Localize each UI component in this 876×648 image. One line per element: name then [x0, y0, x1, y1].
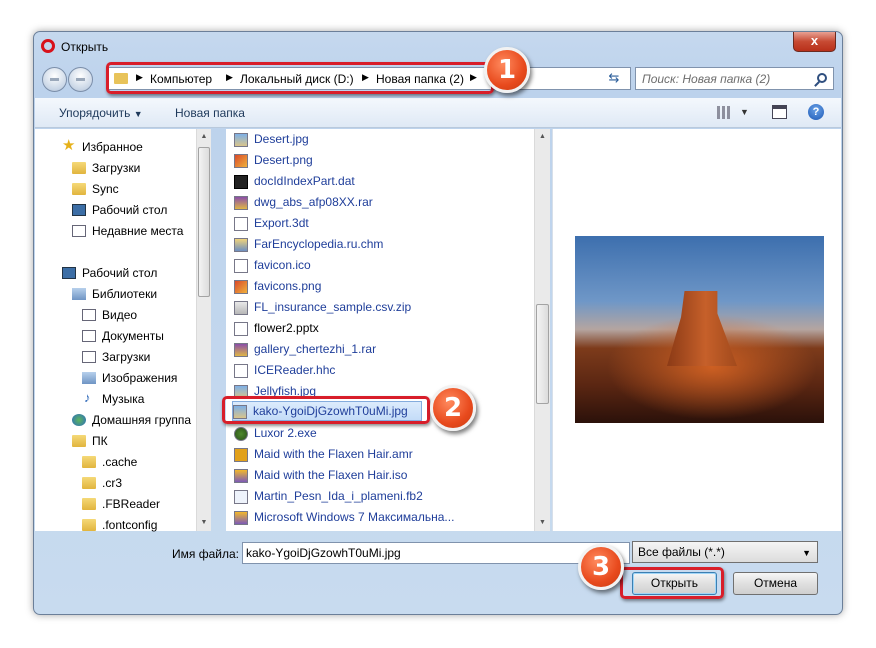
- organize-label: Упорядочить: [59, 106, 131, 120]
- nav-recent-places[interactable]: Недавние места: [92, 224, 183, 238]
- png-icon: [234, 154, 248, 168]
- nav-documents[interactable]: Документы: [102, 329, 164, 343]
- folder-icon: [72, 183, 86, 195]
- chevron-down-icon: ▼: [802, 548, 811, 558]
- window-title: Открыть: [61, 40, 109, 54]
- views-dropdown-icon[interactable]: ▼: [740, 107, 749, 117]
- nav-music[interactable]: Музыка: [102, 392, 144, 406]
- zip-icon: [234, 301, 248, 315]
- pictures-library-icon: [82, 372, 96, 384]
- file-type-select[interactable]: Все файлы (*.*) ▼: [632, 541, 818, 563]
- video-library-icon: [82, 309, 96, 321]
- nav-downloads-lib[interactable]: Загрузки: [102, 350, 150, 364]
- library-icon: [72, 288, 86, 300]
- png-icon: [234, 280, 248, 294]
- scroll-down-icon[interactable]: ▼: [197, 515, 211, 531]
- iso-icon: [234, 469, 248, 483]
- close-button[interactable]: x: [793, 32, 836, 52]
- rar-icon: [234, 196, 248, 210]
- nav-pictures[interactable]: Изображения: [102, 371, 177, 385]
- navigation-pane[interactable]: ★ Избранное Загрузки Sync Рабочий стол Н…: [35, 129, 211, 532]
- scroll-down-icon[interactable]: ▼: [535, 515, 550, 531]
- file-icon: [234, 322, 248, 336]
- preview-butte-shape: [667, 291, 737, 366]
- callout-highlight-address: [106, 62, 494, 94]
- nav-desktop[interactable]: Рабочий стол: [82, 266, 157, 280]
- cancel-button[interactable]: Отмена: [733, 572, 818, 595]
- opera-icon: [41, 39, 55, 53]
- fb2-icon: [234, 490, 248, 504]
- callout-badge-2: 2: [430, 385, 476, 431]
- recent-places-icon: [72, 225, 86, 237]
- iso-icon: [234, 511, 248, 525]
- documents-library-icon: [82, 330, 96, 342]
- toolbar: Упорядочить ▼ Новая папка ▼ ?: [35, 98, 841, 128]
- file-list-scrollbar[interactable]: ▲ ▼: [534, 129, 550, 531]
- filename-input[interactable]: kako-YgoiDjGzowhT0uMi.jpg: [242, 542, 630, 564]
- star-icon: ★: [62, 137, 76, 154]
- image-preview: [575, 236, 824, 423]
- filename-label: Имя файла:: [172, 547, 239, 561]
- nav-favorites[interactable]: Избранное: [82, 140, 143, 154]
- new-folder-button[interactable]: Новая папка: [175, 106, 245, 120]
- jpg-icon: [234, 133, 248, 147]
- back-button[interactable]: [42, 67, 67, 92]
- search-input[interactable]: Поиск: Новая папка (2): [635, 67, 834, 90]
- chm-icon: [234, 238, 248, 252]
- rar-icon: [234, 343, 248, 357]
- scroll-thumb[interactable]: [536, 304, 549, 404]
- nav-pc[interactable]: ПК: [92, 434, 108, 448]
- exe-icon: [234, 427, 248, 441]
- scroll-up-icon[interactable]: ▲: [535, 129, 550, 145]
- title-bar[interactable]: Открыть x: [34, 32, 842, 60]
- file-icon: [234, 217, 248, 231]
- folder-icon: [82, 477, 96, 489]
- amr-icon: [234, 448, 248, 462]
- folder-icon: [82, 456, 96, 468]
- search-placeholder: Поиск: Новая папка (2): [642, 72, 771, 86]
- file-icon: [234, 259, 248, 273]
- nav-video[interactable]: Видео: [102, 308, 137, 322]
- desktop-icon: [62, 267, 76, 279]
- filename-value: kako-YgoiDjGzowhT0uMi.jpg: [246, 546, 401, 560]
- music-icon: ♪: [84, 390, 91, 405]
- callout-highlight-file: [222, 396, 430, 424]
- folder-icon: [82, 498, 96, 510]
- file-icon: [234, 364, 248, 378]
- computer-icon: [72, 435, 86, 447]
- open-file-dialog: Открыть x ▶ Компьютер ▶ Локальный диск (…: [33, 31, 843, 615]
- scroll-up-icon[interactable]: ▲: [197, 129, 211, 145]
- nav-downloads[interactable]: Загрузки: [92, 161, 140, 175]
- callout-badge-1: 1: [484, 47, 530, 93]
- downloads-folder-icon: [72, 162, 86, 174]
- preview-pane: [552, 129, 841, 531]
- views-icon[interactable]: [717, 106, 731, 119]
- nav-folder-fbreader[interactable]: .FBReader: [102, 497, 160, 511]
- nav-desktop-fav[interactable]: Рабочий стол: [92, 203, 167, 217]
- refresh-icon[interactable]: ⇆: [604, 70, 624, 88]
- desktop-icon: [72, 204, 86, 216]
- dat-icon: [234, 175, 248, 189]
- chevron-down-icon: ▼: [133, 109, 143, 119]
- navigation-scrollbar[interactable]: ▲ ▼: [196, 129, 211, 531]
- nav-folder-cr3[interactable]: .cr3: [102, 476, 122, 490]
- forward-button[interactable]: [68, 67, 93, 92]
- nav-folder-cache[interactable]: .cache: [102, 455, 137, 469]
- nav-homegroup[interactable]: Домашняя группа: [92, 413, 191, 427]
- downloads-library-icon: [82, 351, 96, 363]
- preview-pane-icon[interactable]: [772, 105, 787, 119]
- nav-folder-fontconfig[interactable]: .fontconfig: [102, 518, 157, 532]
- homegroup-icon: [72, 414, 86, 426]
- nav-libraries[interactable]: Библиотеки: [92, 287, 157, 301]
- file-list[interactable]: Desert.jpg Desert.png docIdIndexPart.dat…: [226, 129, 550, 531]
- scroll-thumb[interactable]: [198, 147, 210, 297]
- search-icon[interactable]: [817, 73, 827, 83]
- nav-sync[interactable]: Sync: [92, 182, 119, 196]
- organize-menu[interactable]: Упорядочить ▼: [59, 106, 143, 120]
- callout-highlight-open: [620, 567, 724, 599]
- folder-icon: [82, 519, 96, 531]
- file-type-value: Все файлы (*.*): [638, 545, 725, 559]
- help-icon[interactable]: ?: [808, 104, 824, 120]
- callout-badge-3: 3: [578, 544, 624, 590]
